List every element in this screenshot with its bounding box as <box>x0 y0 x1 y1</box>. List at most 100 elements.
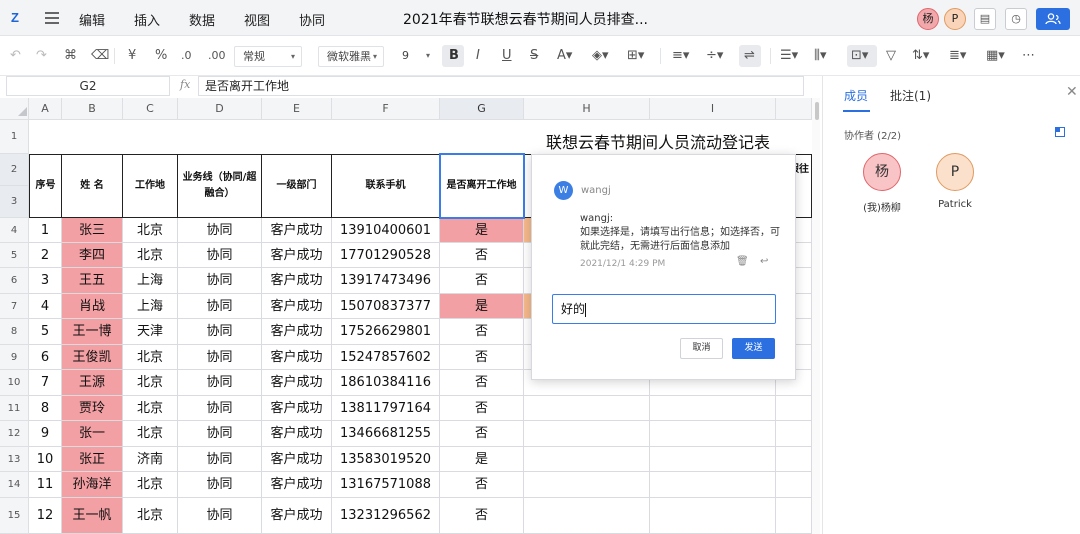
row-header-6[interactable]: 6 <box>0 268 29 294</box>
cell-dept[interactable]: 客户成功 <box>262 370 332 396</box>
cell-workplace[interactable]: 上海 <box>123 294 178 319</box>
cell-phone[interactable]: 15070837377 <box>332 294 440 319</box>
cell-workplace[interactable]: 天津 <box>123 319 178 345</box>
cell-dept[interactable]: 客户成功 <box>262 396 332 421</box>
member-avatar-yang[interactable]: 杨 <box>863 153 901 191</box>
freeze-icon[interactable]: ⫼▾ <box>814 48 827 64</box>
cell-empty[interactable] <box>650 447 776 472</box>
cell-business[interactable]: 协同 <box>178 319 262 345</box>
merge-cells-icon[interactable]: ⊡▾ <box>851 48 868 64</box>
cell-dept[interactable]: 客户成功 <box>262 447 332 472</box>
row-header-13[interactable]: 13 <box>0 447 29 472</box>
sort-icon[interactable]: ⇅▾ <box>912 48 929 64</box>
cell-left[interactable]: 否 <box>440 370 524 396</box>
row-header-10[interactable]: 10 <box>0 370 29 396</box>
cell-left[interactable]: 是 <box>440 218 524 243</box>
row-header-8[interactable]: 8 <box>0 319 29 345</box>
filter-icon[interactable]: ▽ <box>886 48 896 64</box>
avatar-patrick[interactable]: P <box>944 8 966 30</box>
menu-data[interactable]: 数据 <box>189 10 215 29</box>
cell-empty[interactable] <box>524 421 650 447</box>
cell-dept[interactable]: 客户成功 <box>262 218 332 243</box>
cell-seq[interactable]: 7 <box>29 370 62 396</box>
cell-name[interactable]: 王一帆 <box>62 498 123 534</box>
cell-dept[interactable]: 客户成功 <box>262 472 332 498</box>
cell-seq[interactable]: 2 <box>29 243 62 268</box>
header-cell-dept[interactable]: 一级部门 <box>262 154 332 218</box>
cell-business[interactable]: 协同 <box>178 294 262 319</box>
reply-icon[interactable]: ↩ <box>760 256 768 267</box>
cell-left[interactable]: 否 <box>440 243 524 268</box>
cell-workplace[interactable]: 北京 <box>123 472 178 498</box>
font-size-select[interactable]: 9 ▾ <box>394 46 436 67</box>
cell-left[interactable]: 是 <box>440 294 524 319</box>
hamburger-menu-icon[interactable] <box>45 12 59 24</box>
cell-name[interactable]: 王一博 <box>62 319 123 345</box>
column-header-I[interactable]: I <box>650 98 776 120</box>
cell-business[interactable]: 协同 <box>178 218 262 243</box>
cell-workplace[interactable]: 济南 <box>123 447 178 472</box>
column-header-F[interactable]: F <box>332 98 440 120</box>
cell-name[interactable]: 王俊凯 <box>62 345 123 370</box>
cell-business[interactable]: 协同 <box>178 396 262 421</box>
cell-phone[interactable]: 13466681255 <box>332 421 440 447</box>
cell-empty[interactable] <box>776 472 812 498</box>
cell-empty[interactable] <box>524 396 650 421</box>
cell-seq[interactable]: 1 <box>29 218 62 243</box>
cell-name[interactable]: 张一 <box>62 421 123 447</box>
font-family-select[interactable]: 微软雅黑 ▾ <box>318 46 384 67</box>
cell-phone[interactable]: 13917473496 <box>332 268 440 294</box>
strikethrough-icon[interactable]: S <box>530 48 538 64</box>
cell-left[interactable]: 否 <box>440 396 524 421</box>
scrollbar-thumb[interactable] <box>815 102 819 120</box>
redo-icon[interactable]: ↷ <box>36 48 47 64</box>
increase-decimal-icon[interactable]: .0 <box>181 48 192 64</box>
cell-empty[interactable] <box>650 498 776 534</box>
app-logo-icon[interactable]: Z <box>11 10 25 25</box>
cancel-button[interactable]: 取消 <box>680 338 723 359</box>
decrease-decimal-icon[interactable]: .00 <box>208 48 226 64</box>
cell-empty[interactable] <box>650 472 776 498</box>
cell-workplace[interactable]: 北京 <box>123 370 178 396</box>
cell-phone[interactable]: 13910400601 <box>332 218 440 243</box>
row-header-2[interactable]: 2 <box>0 154 29 186</box>
cell-seq[interactable]: 3 <box>29 268 62 294</box>
cell-phone[interactable]: 13167571088 <box>332 472 440 498</box>
wrap-text-icon[interactable]: ⇌ <box>744 48 755 64</box>
cell-left[interactable]: 否 <box>440 319 524 345</box>
cell-dept[interactable]: 客户成功 <box>262 268 332 294</box>
cell-dept[interactable]: 客户成功 <box>262 345 332 370</box>
tab-members[interactable]: 成员 <box>844 87 868 104</box>
row-header-1[interactable]: 1 <box>0 120 29 154</box>
menu-edit[interactable]: 编辑 <box>79 10 105 29</box>
cell-empty[interactable] <box>524 447 650 472</box>
row-col-icon[interactable]: ☰▾ <box>780 48 798 64</box>
cell-dept[interactable]: 客户成功 <box>262 498 332 534</box>
header-cell-name[interactable]: 姓 名 <box>62 154 123 218</box>
menu-insert[interactable]: 插入 <box>134 10 160 29</box>
cell-workplace[interactable]: 北京 <box>123 345 178 370</box>
cell-business[interactable]: 协同 <box>178 268 262 294</box>
cell-dept[interactable]: 客户成功 <box>262 243 332 268</box>
column-header-C[interactable]: C <box>123 98 178 120</box>
bold-icon[interactable]: B <box>449 48 459 64</box>
cell-workplace[interactable]: 北京 <box>123 218 178 243</box>
conditional-format-icon[interactable]: ≣▾ <box>949 48 966 64</box>
cell-workplace[interactable]: 北京 <box>123 396 178 421</box>
cell-business[interactable]: 协同 <box>178 243 262 268</box>
cell-name[interactable]: 孙海洋 <box>62 472 123 498</box>
underline-icon[interactable]: U <box>502 48 512 64</box>
history-icon[interactable]: ◷ <box>1005 8 1027 30</box>
column-header-partial[interactable] <box>776 98 812 120</box>
cell-left[interactable]: 否 <box>440 472 524 498</box>
cell-business[interactable]: 协同 <box>178 345 262 370</box>
fill-color-icon[interactable]: ◈▾ <box>592 48 609 64</box>
cell-empty[interactable] <box>650 396 776 421</box>
cell-name[interactable]: 王源 <box>62 370 123 396</box>
layout-icon[interactable] <box>1055 127 1065 137</box>
font-color-icon[interactable]: A▾ <box>557 48 572 64</box>
cell-phone[interactable]: 13583019520 <box>332 447 440 472</box>
reply-input[interactable]: 好的 <box>552 294 776 324</box>
header-cell-phone[interactable]: 联系手机 <box>332 154 440 218</box>
column-header-B[interactable]: B <box>62 98 123 120</box>
